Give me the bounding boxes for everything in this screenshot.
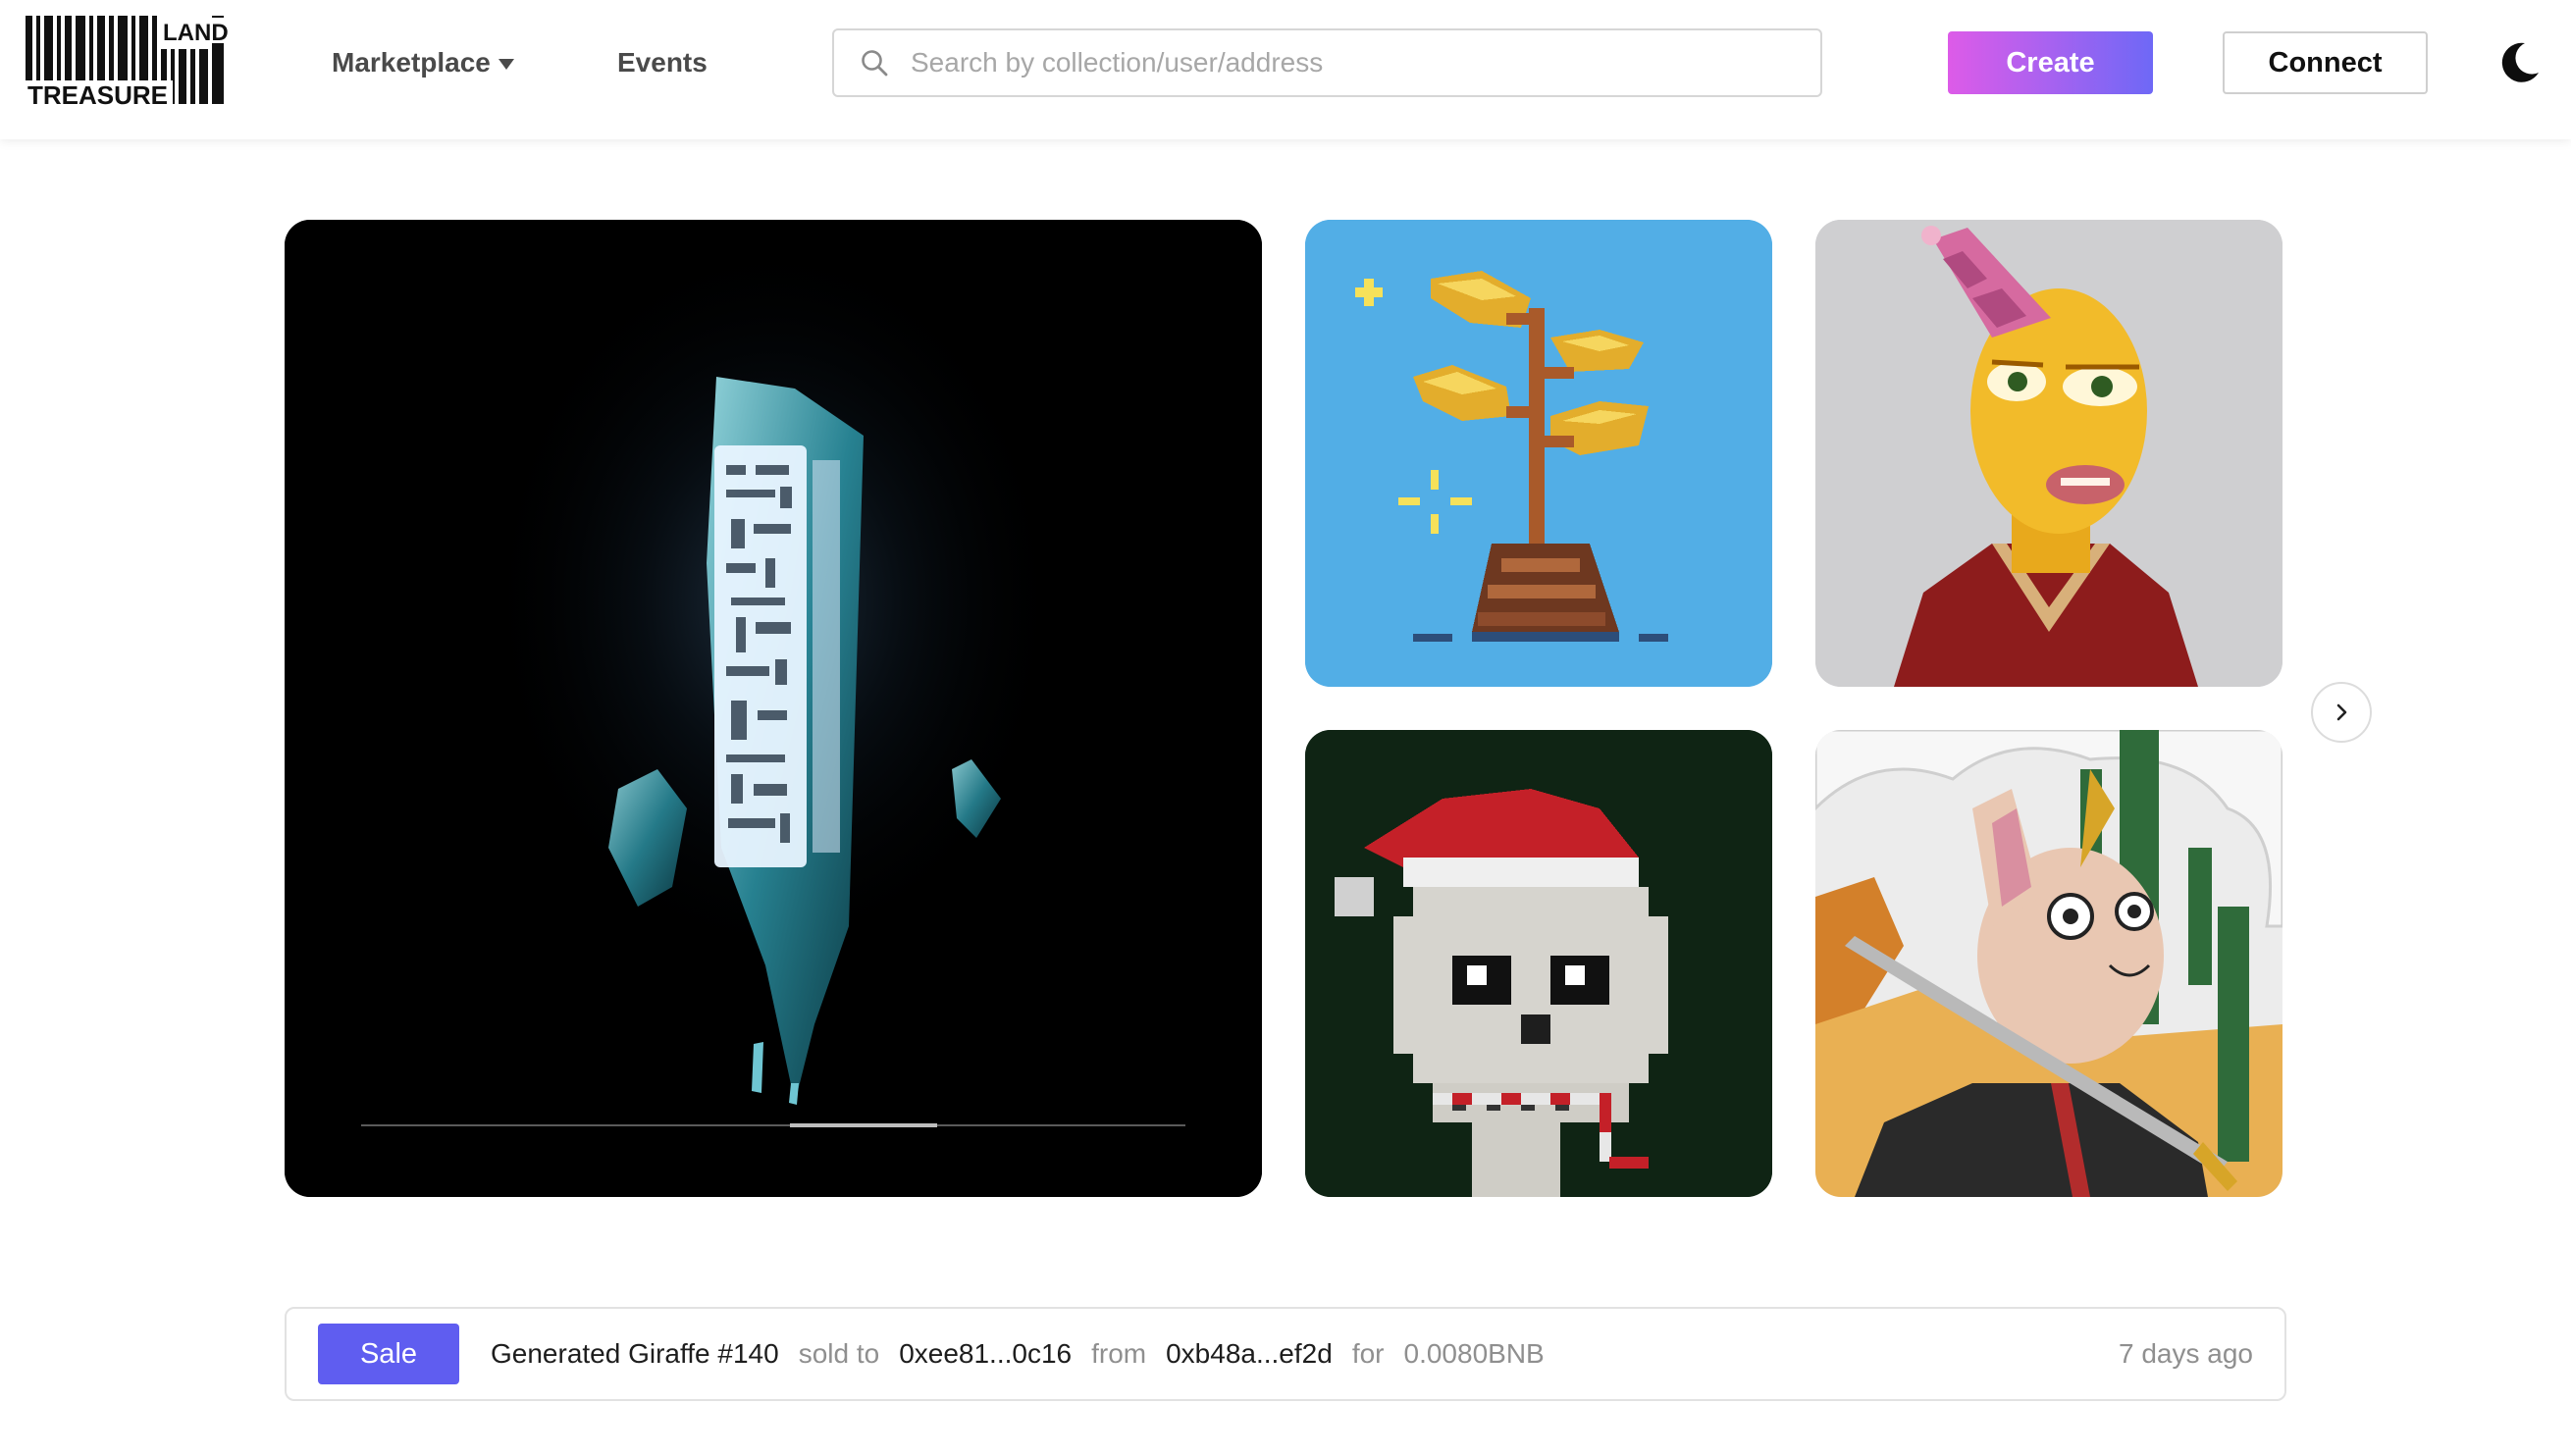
- party-hat-frog-artwork[interactable]: [1815, 220, 2282, 687]
- logo-wordmark-top: LAND: [163, 20, 228, 46]
- pixel-golden-plant-artwork[interactable]: [1305, 220, 1772, 687]
- nav-events-label: Events: [617, 47, 708, 78]
- chevron-right-icon: [2336, 703, 2347, 721]
- from-label: from: [1091, 1338, 1147, 1369]
- top-nav-bar: TREASURE LAND Marketplace Events Create …: [0, 0, 2571, 139]
- crystal-monolith-artwork[interactable]: [285, 220, 1262, 1197]
- search-icon: [862, 50, 888, 77]
- activity-details: Generated Giraffe #140 sold to 0xee81...…: [491, 1338, 1545, 1370]
- sold-to-label: sold to: [798, 1338, 880, 1369]
- caret-down-icon: [498, 58, 514, 70]
- connect-wallet-button[interactable]: Connect: [2223, 31, 2428, 94]
- moon-icon[interactable]: [2495, 39, 2543, 86]
- activity-timestamp: 7 days ago: [2119, 1338, 2253, 1369]
- treasureland-logo[interactable]: TREASURE LAND: [26, 14, 229, 112]
- sale-price: 0.0080BNB: [1403, 1338, 1545, 1369]
- nav-events[interactable]: Events: [617, 43, 708, 82]
- buyer-address[interactable]: 0xee81...0c16: [899, 1338, 1072, 1370]
- carousel-next-button[interactable]: [2311, 682, 2372, 743]
- nav-marketplace[interactable]: Marketplace: [332, 43, 514, 82]
- for-label: for: [1351, 1338, 1385, 1369]
- santa-pixel-skull-artwork[interactable]: [1305, 730, 1772, 1197]
- sale-badge: Sale: [318, 1324, 459, 1384]
- nav-marketplace-label: Marketplace: [332, 47, 491, 78]
- seller-address[interactable]: 0xb48a...ef2d: [1166, 1338, 1333, 1370]
- latest-activity-ticker: Sale Generated Giraffe #140 sold to 0xee…: [285, 1307, 2286, 1401]
- activity-item-name[interactable]: Generated Giraffe #140: [491, 1338, 779, 1370]
- search-input[interactable]: [911, 38, 1774, 87]
- create-button[interactable]: Create: [1948, 31, 2153, 94]
- search-box[interactable]: [832, 28, 1822, 97]
- sphynx-cat-sword-artwork[interactable]: [1815, 730, 2282, 1197]
- logo-wordmark-bottom: TREASURE: [27, 80, 168, 110]
